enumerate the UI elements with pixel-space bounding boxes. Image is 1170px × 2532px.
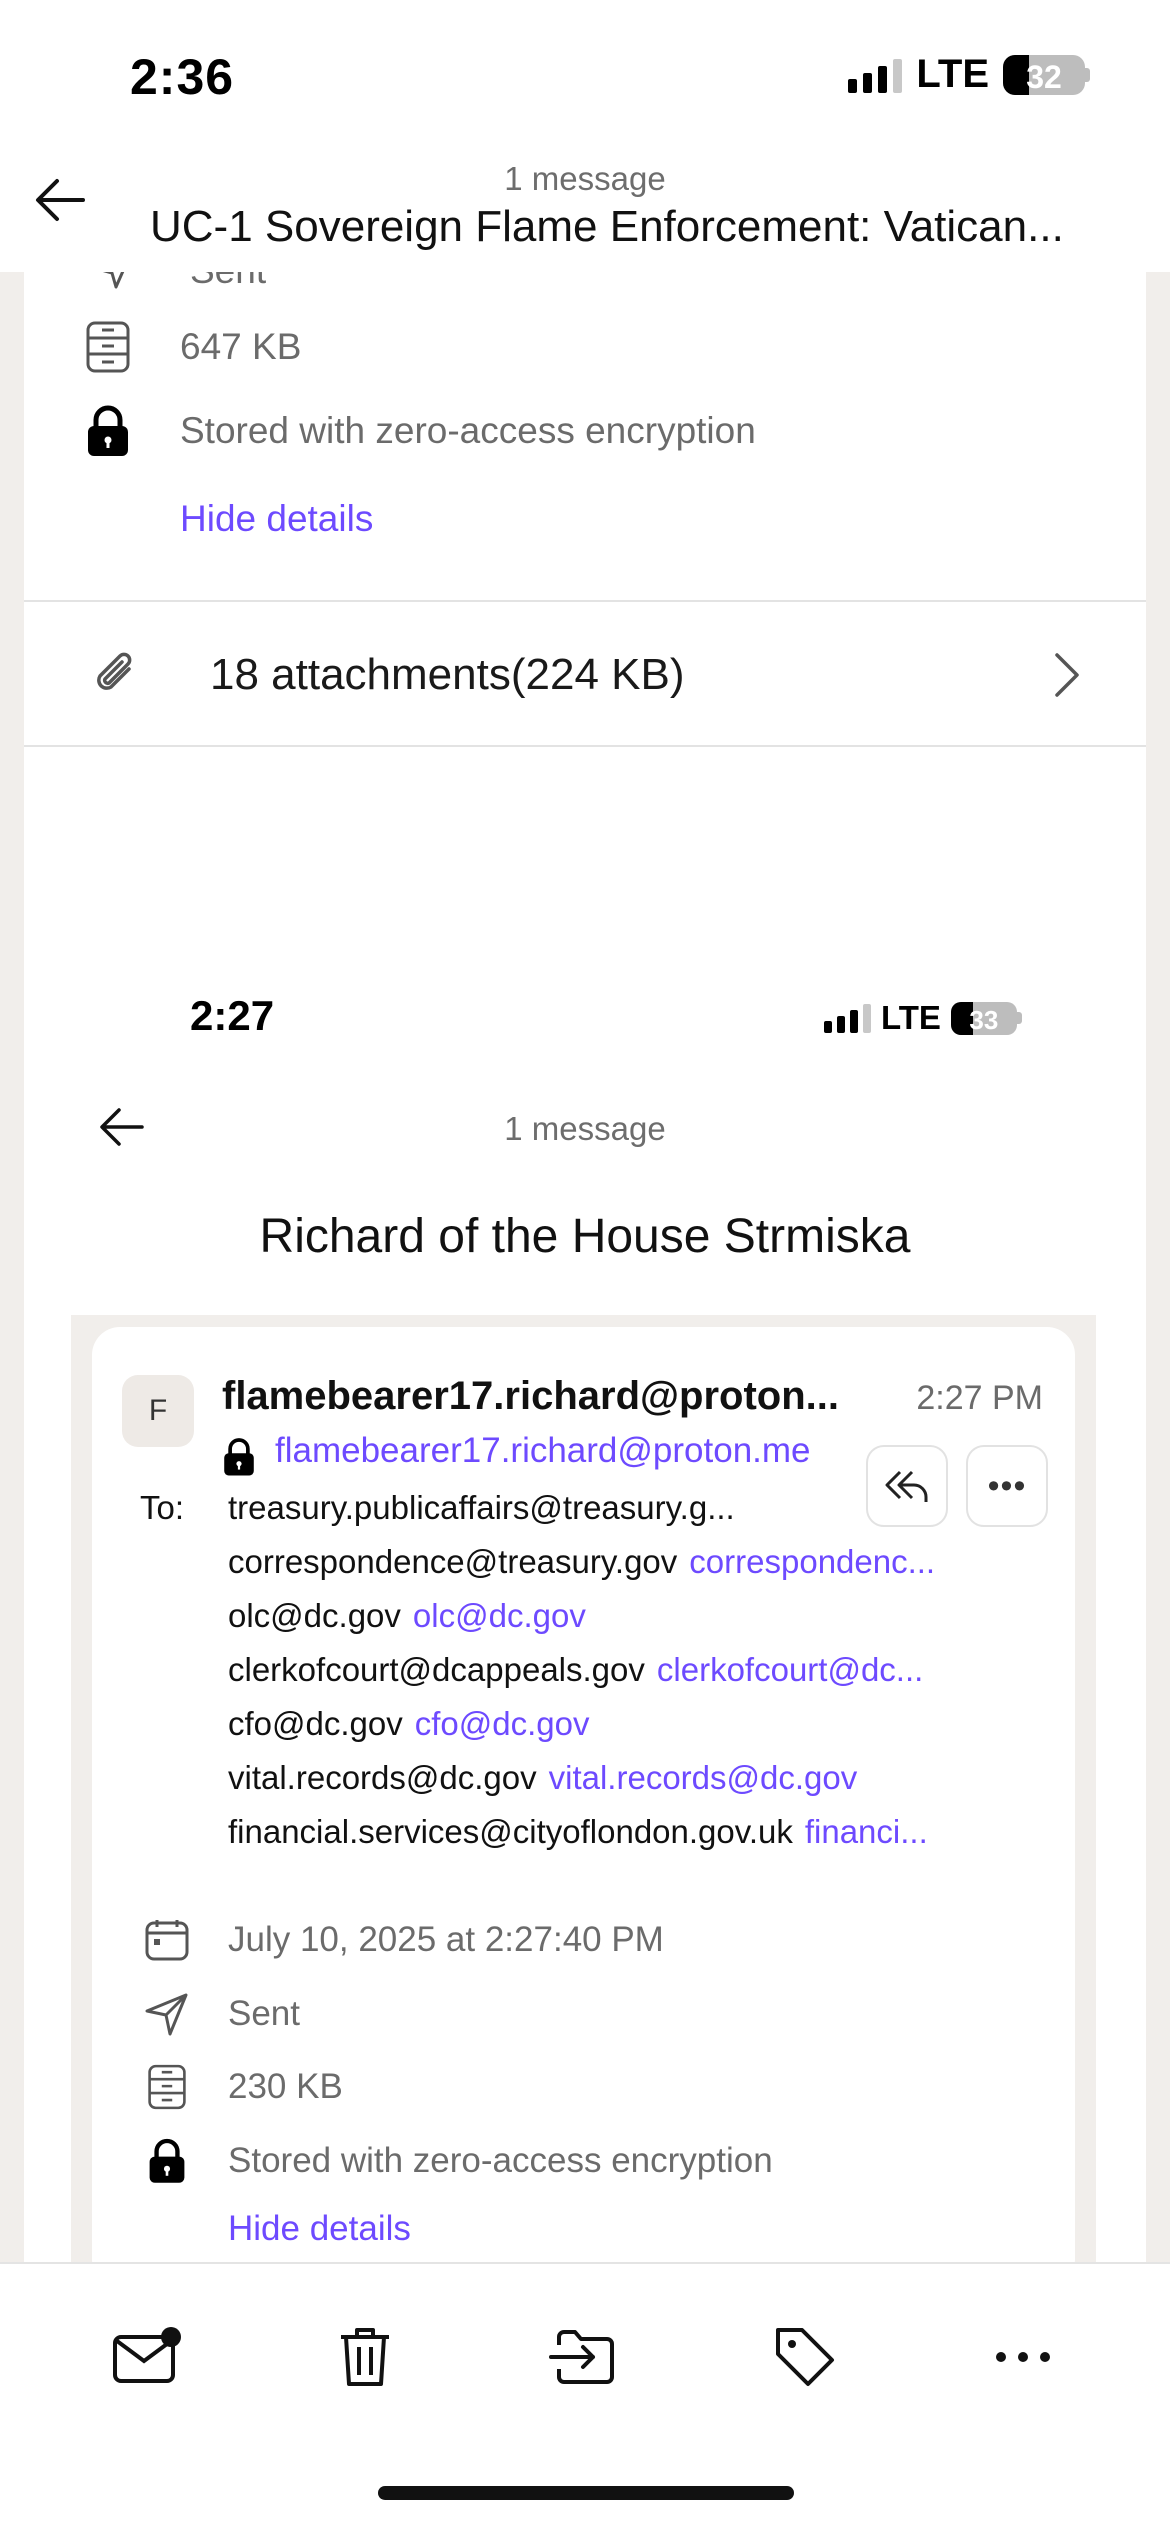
status-bar: 2:36 LTE 32 xyxy=(0,0,1170,150)
message-card: F flamebearer17.richard@proton... 2:27 P… xyxy=(92,1327,1075,2262)
size-row: 230 KB xyxy=(142,2063,343,2111)
attachments-summary: 18 attachments(224 KB) xyxy=(210,649,685,699)
conversation-header: 1 message UC-1 Sovereign Flame Enforceme… xyxy=(0,150,1170,272)
embedded-screenshot: 2:27 LTE 33 1 message Richard of the Hou… xyxy=(24,747,1146,2262)
sender-name: flamebearer17.richard@proton... xyxy=(222,1374,839,1418)
home-indicator xyxy=(378,2486,794,2500)
move-button[interactable] xyxy=(539,2312,629,2402)
recipient[interactable]: vital.records@dc.gov vital.records@dc.gov xyxy=(228,1759,857,1797)
battery-level: 32 xyxy=(1026,58,1062,95)
move-to-folder-icon xyxy=(549,2330,614,2384)
attachments-row[interactable]: 18 attachments(224 KB) xyxy=(24,602,1146,747)
reply-all-button[interactable] xyxy=(866,1445,948,1527)
sent-row: Sent xyxy=(142,1991,300,2037)
inner-status-time: 2:27 xyxy=(190,992,275,1039)
delete-button[interactable] xyxy=(320,2312,410,2402)
status-indicators: LTE 32 xyxy=(848,52,1090,97)
status-time: 2:36 xyxy=(130,49,235,105)
avatar: F xyxy=(122,1375,194,1447)
date-row: July 10, 2025 at 2:27:40 PM xyxy=(142,1917,664,1963)
recipient[interactable]: treasury.publicaffairs@treasury.g... xyxy=(228,1489,735,1527)
hide-details-link[interactable]: Hide details xyxy=(180,498,373,540)
label-button[interactable] xyxy=(760,2312,850,2402)
chevron-right-icon xyxy=(1055,652,1079,697)
more-actions-button[interactable] xyxy=(978,2312,1068,2402)
message-details-card: Sent 647 KB Stored with zero-access encr… xyxy=(24,250,1146,747)
storage-icon xyxy=(148,2064,186,2110)
message-time: 2:27 PM xyxy=(916,1379,1043,1417)
trash-icon xyxy=(341,2328,389,2386)
reply-all-icon xyxy=(885,1470,928,1502)
battery-icon: 32 xyxy=(1003,54,1085,95)
cellular-signal-icon xyxy=(824,1003,871,1033)
encryption-row: Stored with zero-access encryption xyxy=(142,2137,773,2185)
to-label: To: xyxy=(140,1489,185,1526)
message-count: 1 message xyxy=(504,160,666,197)
more-icon: ••• xyxy=(987,1466,1027,1505)
inner-subject: Richard of the House Strmiska xyxy=(259,1210,911,1263)
conversation-subject: UC-1 Sovereign Flame Enforcement: Vatica… xyxy=(150,202,1064,251)
lock-icon xyxy=(149,2138,185,2183)
label-icon xyxy=(776,2328,834,2386)
recipient[interactable]: olc@dc.gov olc@dc.gov xyxy=(228,1597,586,1635)
more-icon xyxy=(996,2352,1050,2362)
cellular-signal-icon xyxy=(848,57,903,93)
inner-network-type: LTE xyxy=(881,999,941,1036)
encryption-row: Stored with zero-access encryption xyxy=(78,404,756,458)
message-more-button[interactable]: ••• xyxy=(966,1445,1048,1527)
message-panel: F flamebearer17.richard@proton... 2:27 P… xyxy=(71,1315,1096,2262)
mark-unread-icon xyxy=(113,2327,181,2383)
recipient[interactable]: cfo@dc.gov cfo@dc.gov xyxy=(228,1705,590,1743)
network-type: LTE xyxy=(916,52,989,96)
calendar-icon xyxy=(145,1920,189,1961)
inner-status-indicators: LTE 33 xyxy=(824,999,1022,1037)
mark-unread-button[interactable] xyxy=(102,2312,192,2402)
inner-hide-details-link[interactable]: Hide details xyxy=(228,2209,411,2249)
paperclip-icon xyxy=(97,652,132,690)
storage-icon xyxy=(86,321,130,373)
paper-plane-icon xyxy=(145,1993,188,2036)
sender-address[interactable]: flamebearer17.richard@proton.me xyxy=(275,1431,811,1471)
recipient[interactable]: financial.services@cityoflondon.gov.uk fi… xyxy=(228,1813,928,1851)
inner-battery-level: 33 xyxy=(969,1004,999,1035)
inner-message-count: 1 message xyxy=(504,1110,666,1147)
recipient[interactable]: correspondence@treasury.gov correspondenc… xyxy=(228,1543,935,1581)
recipient[interactable]: clerkofcourt@dcappeals.gov clerkofcourt@d… xyxy=(228,1651,923,1689)
size-row: 647 KB xyxy=(78,320,301,374)
battery-icon: 33 xyxy=(950,1001,1017,1035)
lock-icon xyxy=(224,1438,254,1476)
lock-icon xyxy=(88,405,128,456)
